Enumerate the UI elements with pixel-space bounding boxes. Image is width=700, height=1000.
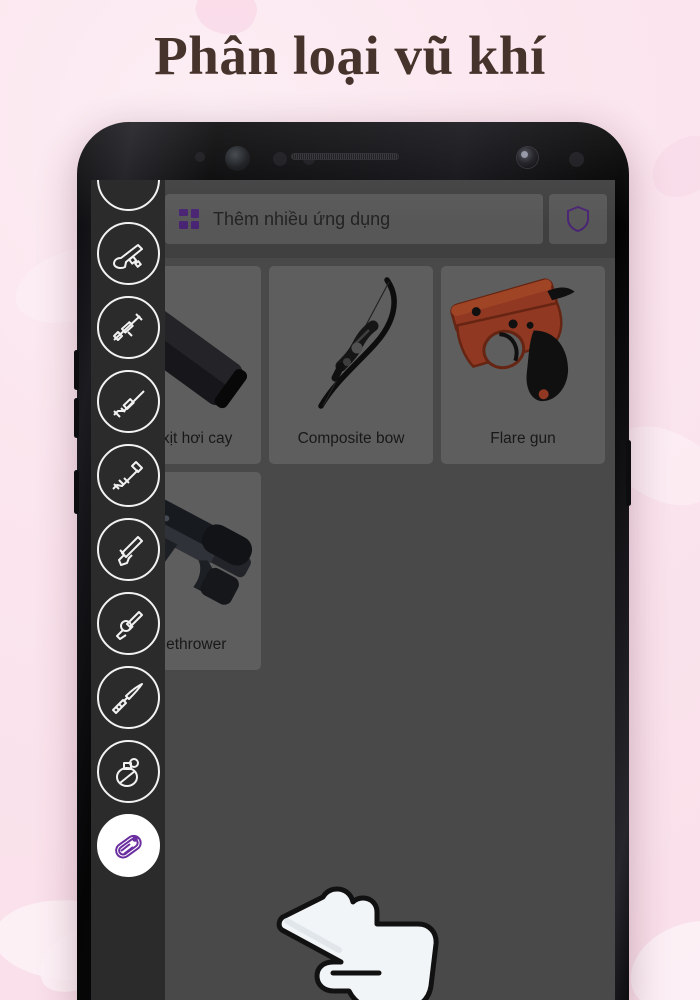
page-title: Phân loại vũ khí	[154, 25, 546, 86]
assault-rifle-icon	[112, 460, 143, 490]
knife-icon	[112, 682, 143, 714]
sidebar-item-revolver[interactable]	[96, 592, 160, 655]
phone-top-bezel	[77, 122, 629, 180]
petal-decoration	[618, 910, 700, 1000]
iris-scanner	[225, 146, 250, 171]
earpiece-speaker	[291, 153, 399, 160]
phone-mockup: Thêm nhiều ứng dụng Bình xịt hơi cay Com…	[77, 122, 629, 1000]
weapon-card-label: Flare gun	[490, 430, 556, 447]
shield-icon	[567, 205, 589, 233]
revolver-icon	[116, 610, 143, 640]
light-sensor	[273, 152, 287, 166]
rifle-icon	[113, 389, 145, 418]
shotgun-icon	[113, 243, 143, 269]
sidebar-item-grenade[interactable]	[96, 740, 160, 803]
sidebar-item-rifle[interactable]	[96, 370, 160, 433]
pointing-hand-cursor	[271, 872, 439, 1000]
sidebar-item-dog-tag[interactable]	[96, 814, 160, 877]
grenade-icon	[116, 757, 139, 787]
flare-gun-art	[450, 278, 575, 402]
volume-down-button[interactable]	[74, 398, 79, 438]
hand-cursor-icon	[276, 886, 439, 1000]
proximity-sensor	[195, 152, 205, 162]
weapon-card[interactable]: Flare gun	[441, 266, 605, 464]
weapon-card[interactable]: Composite bow	[269, 266, 433, 464]
volume-up-button[interactable]	[74, 350, 79, 390]
sidebar-item-assault-rifle[interactable]	[96, 444, 160, 507]
sidebar-item-sniper-rifle[interactable]	[96, 296, 160, 359]
grid-icon	[179, 209, 199, 229]
more-apps-label: Thêm nhiều ứng dụng	[213, 208, 391, 229]
shield-button[interactable]	[549, 194, 607, 244]
front-camera	[517, 147, 538, 168]
weapon-card-label: Composite bow	[297, 430, 405, 447]
sidebar-item-shotgun[interactable]	[96, 222, 160, 285]
sniper-rifle-icon	[113, 312, 143, 341]
more-apps-banner[interactable]: Thêm nhiều ứng dụng	[165, 194, 543, 244]
app-toolbar: Thêm nhiều ứng dụng	[91, 180, 615, 258]
weapon-category-drawer	[91, 180, 165, 1000]
secondary-sensor	[569, 152, 584, 167]
bixby-button[interactable]	[74, 470, 79, 514]
dog-tag-icon	[115, 834, 142, 859]
power-button[interactable]	[626, 440, 631, 506]
sidebar-item-partial[interactable]	[96, 180, 160, 211]
sidebar-item-pistol[interactable]	[96, 518, 160, 581]
composite-bow-art	[318, 277, 397, 409]
phone-screen: Thêm nhiều ứng dụng Bình xịt hơi cay Com…	[91, 180, 615, 1000]
petal-decoration	[641, 127, 700, 207]
pistol-icon	[118, 535, 143, 566]
sidebar-item-knife[interactable]	[96, 666, 160, 729]
